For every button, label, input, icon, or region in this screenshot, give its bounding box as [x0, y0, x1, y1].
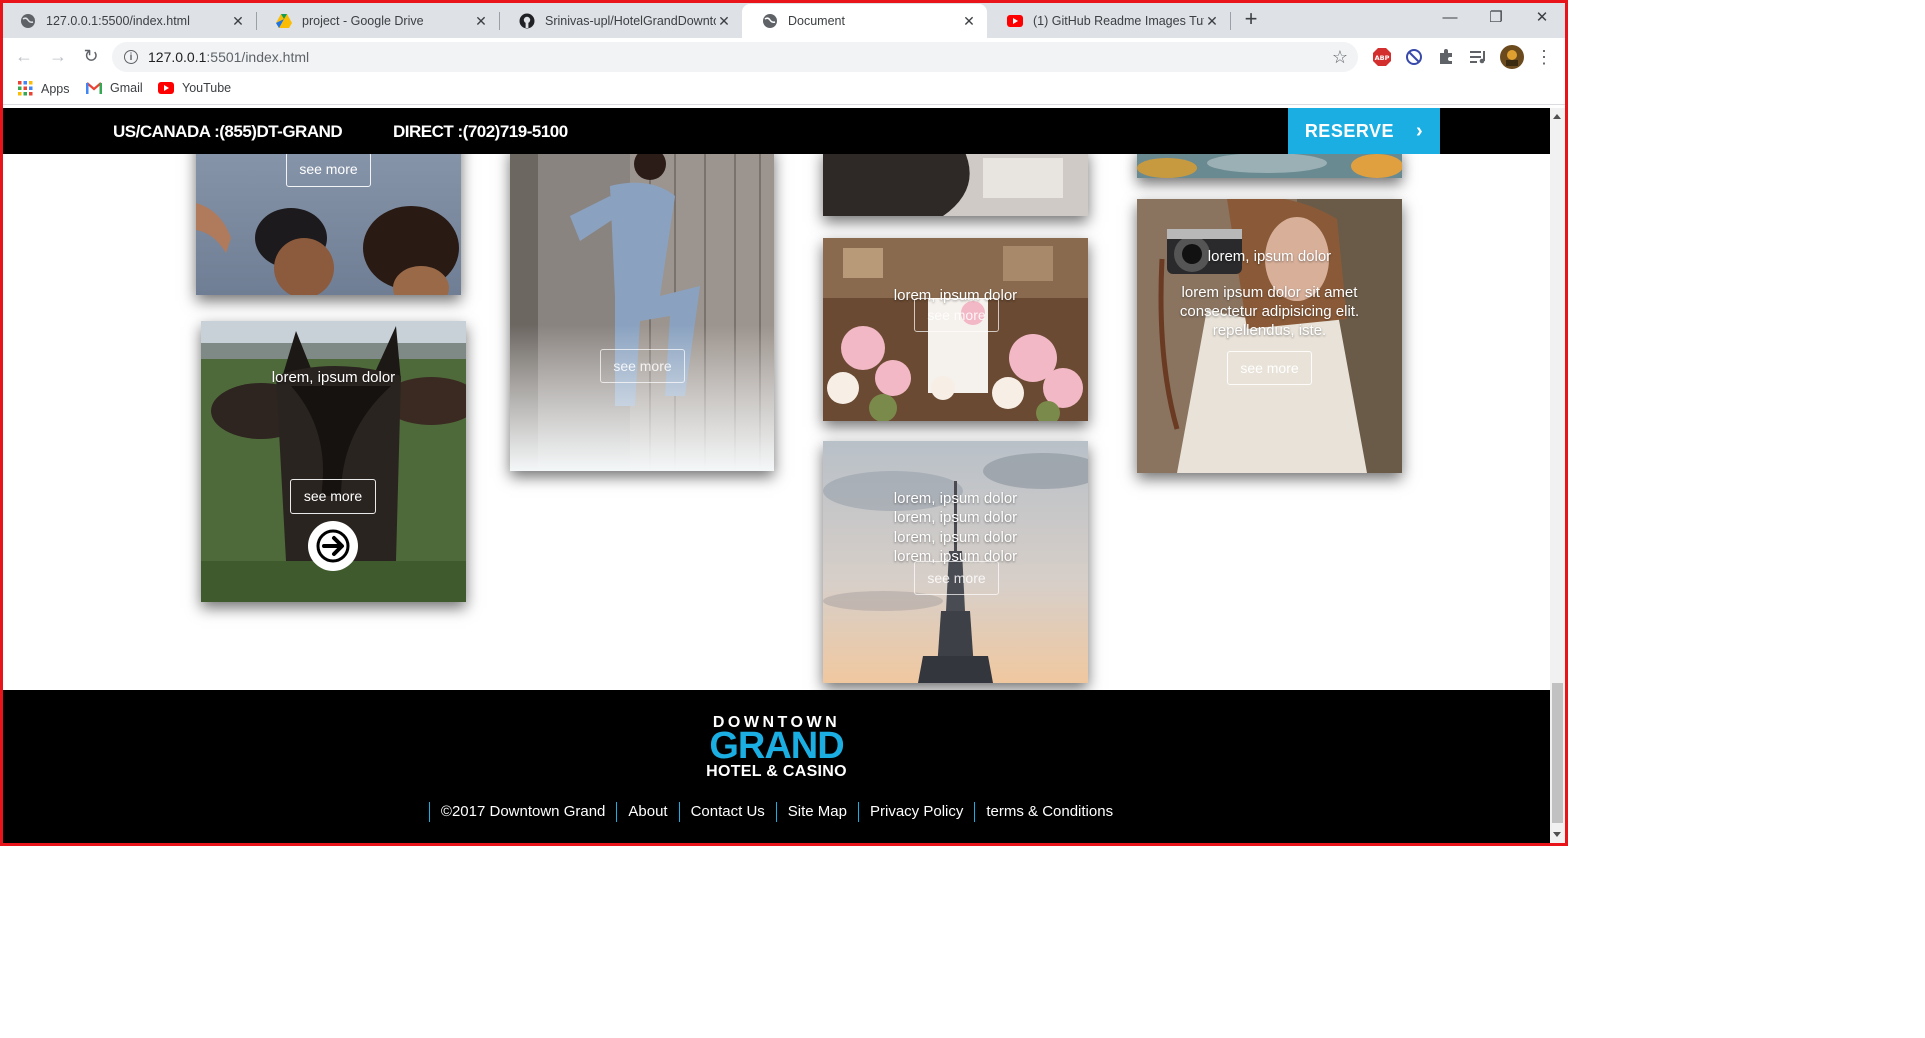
card-body-line: repellendus, iste.	[1212, 322, 1327, 339]
tab-title: (1) GitHub Readme Images Tutor	[1033, 14, 1204, 28]
gallery-card-coffee[interactable]	[823, 148, 1088, 216]
globe-icon	[20, 13, 36, 29]
footer-copyright: ©2017 Downtown Grand	[428, 802, 616, 822]
apps-grid-icon	[18, 81, 33, 96]
forward-icon[interactable]: →	[46, 44, 70, 68]
see-more-button[interactable]: see more	[600, 349, 685, 383]
card-caption: lorem, ipsum dolor	[271, 369, 396, 386]
youtube-icon	[158, 82, 174, 94]
close-window-button[interactable]: ✕	[1530, 6, 1554, 30]
coffee-photo	[823, 148, 1088, 216]
bookmark-apps[interactable]: Apps	[18, 81, 70, 96]
logo-grand: GRAND	[709, 725, 844, 767]
bookmark-gmail[interactable]: Gmail	[86, 81, 143, 95]
back-icon[interactable]: ←	[12, 44, 36, 68]
tab-google-drive[interactable]: project - Google Drive ✕	[256, 4, 499, 38]
tab-localhost-5500[interactable]: 127.0.0.1:5500/index.html ✕	[0, 4, 256, 38]
menu-kebab-icon[interactable]: ⋮	[1534, 47, 1554, 67]
gallery-card-horse[interactable]: lorem, ipsum dolor see more	[201, 321, 466, 602]
footer-link-about[interactable]: About	[616, 802, 678, 822]
tab-youtube[interactable]: (1) GitHub Readme Images Tutor ✕	[987, 4, 1230, 38]
see-more-button[interactable]: see more	[914, 561, 999, 595]
globe-icon	[762, 13, 778, 29]
footer-link-contact[interactable]: Contact Us	[678, 802, 776, 822]
tab-title: Srinivas-upl/HotelGrandDowntow	[545, 14, 716, 28]
phone-us-canada[interactable]: US/CANADA :(855)DT-GRAND	[113, 122, 343, 142]
card-body-line: lorem ipsum dolor sit amet	[1181, 284, 1358, 301]
close-icon[interactable]: ✕	[1204, 13, 1220, 30]
reserve-label: RESERVE	[1304, 120, 1395, 141]
phone-direct[interactable]: DIRECT :(702)719-5100	[393, 122, 568, 142]
card-caption: lorem, ipsum dolor	[1207, 248, 1332, 265]
media-queue-icon[interactable]	[1468, 47, 1488, 67]
scroll-thumb[interactable]	[1552, 683, 1563, 823]
arrow-right-icon[interactable]	[308, 521, 358, 571]
restore-button[interactable]: ❐	[1484, 6, 1508, 30]
block-icon[interactable]	[1404, 47, 1424, 67]
card-caption-line: lorem, ipsum dolor	[893, 509, 1018, 526]
svg-text:ABP: ABP	[1375, 54, 1390, 62]
page-viewport: see more lorem, ipsum dolor see more see…	[3, 108, 1550, 843]
youtube-icon	[1007, 13, 1023, 29]
tab-document[interactable]: Document ✕	[742, 4, 987, 38]
scroll-down-icon[interactable]	[1553, 832, 1561, 837]
tab-title: project - Google Drive	[302, 14, 424, 28]
info-icon[interactable]: i	[124, 50, 138, 64]
close-icon[interactable]: ✕	[473, 13, 489, 30]
gallery-card-cake[interactable]: lorem, ipsum dolor see more	[823, 238, 1088, 421]
see-more-button[interactable]: see more	[1227, 351, 1312, 385]
bookmarks-bar: Apps Gmail YouTube	[0, 74, 1568, 105]
extensions-puzzle-icon[interactable]	[1436, 47, 1456, 67]
see-more-button[interactable]: see more	[914, 298, 999, 332]
reserve-button[interactable]: RESERVE ›	[1288, 108, 1440, 154]
footer-link-terms[interactable]: terms & Conditions	[974, 802, 1124, 822]
browser-toolbar: ← → ↻ i 127.0.0.1:5501/index.html ☆ ABP …	[0, 38, 1568, 74]
site-header: US/CANADA :(855)DT-GRAND DIRECT :(702)71…	[3, 108, 1550, 154]
address-bar[interactable]: i 127.0.0.1:5501/index.html ☆	[112, 42, 1358, 72]
tab-separator	[1230, 12, 1231, 30]
new-tab-button[interactable]: +	[1240, 8, 1262, 30]
bookmark-star-icon[interactable]: ☆	[1332, 47, 1348, 68]
footer-link-sitemap[interactable]: Site Map	[775, 802, 858, 822]
footer-link-privacy[interactable]: Privacy Policy	[858, 802, 974, 822]
see-more-button[interactable]: see more	[286, 152, 371, 187]
reload-icon[interactable]: ↻	[79, 44, 103, 68]
see-more-button[interactable]: see more	[290, 479, 376, 514]
tab-github[interactable]: Srinivas-upl/HotelGrandDowntow ✕	[499, 4, 742, 38]
gmail-icon	[86, 82, 102, 94]
logo-hotel-casino: HOTEL & CASINO	[706, 763, 847, 780]
close-icon[interactable]: ✕	[230, 13, 246, 30]
card-body-line: consectetur adipisicing elit.	[1179, 303, 1360, 320]
github-icon	[519, 13, 535, 29]
denim-photo	[510, 146, 774, 471]
page-scrollbar[interactable]	[1550, 108, 1565, 843]
tab-title: 127.0.0.1:5500/index.html	[46, 14, 190, 28]
gallery-card-denim[interactable]: see more	[510, 146, 774, 471]
site-footer: DOWNTOWN GRAND HOTEL & CASINO ©2017 Down…	[3, 690, 1550, 843]
close-icon[interactable]: ✕	[716, 13, 732, 30]
google-drive-icon	[276, 13, 292, 29]
tab-title: Document	[788, 14, 845, 28]
tab-strip: 127.0.0.1:5500/index.html ✕ project - Go…	[0, 0, 1568, 38]
bookmark-youtube[interactable]: YouTube	[158, 81, 231, 95]
card-caption-line: lorem, ipsum dolor	[893, 490, 1018, 507]
chevron-right-icon: ›	[1416, 119, 1424, 142]
card-caption-line: lorem, ipsum dolor	[893, 529, 1018, 546]
scroll-up-icon[interactable]	[1553, 114, 1561, 119]
gallery-card-camera[interactable]: lorem, ipsum dolor lorem ipsum dolor sit…	[1137, 199, 1402, 473]
url-text: 127.0.0.1:5501/index.html	[148, 49, 310, 65]
close-icon[interactable]: ✕	[961, 13, 977, 30]
minimize-button[interactable]: —	[1438, 6, 1462, 30]
gallery-card-tower[interactable]: lorem, ipsum dolor lorem, ipsum dolor lo…	[823, 441, 1088, 683]
adblock-icon[interactable]: ABP	[1372, 47, 1392, 67]
profile-avatar[interactable]	[1500, 45, 1524, 69]
footer-links: ©2017 Downtown Grand About Contact Us Si…	[3, 802, 1550, 822]
